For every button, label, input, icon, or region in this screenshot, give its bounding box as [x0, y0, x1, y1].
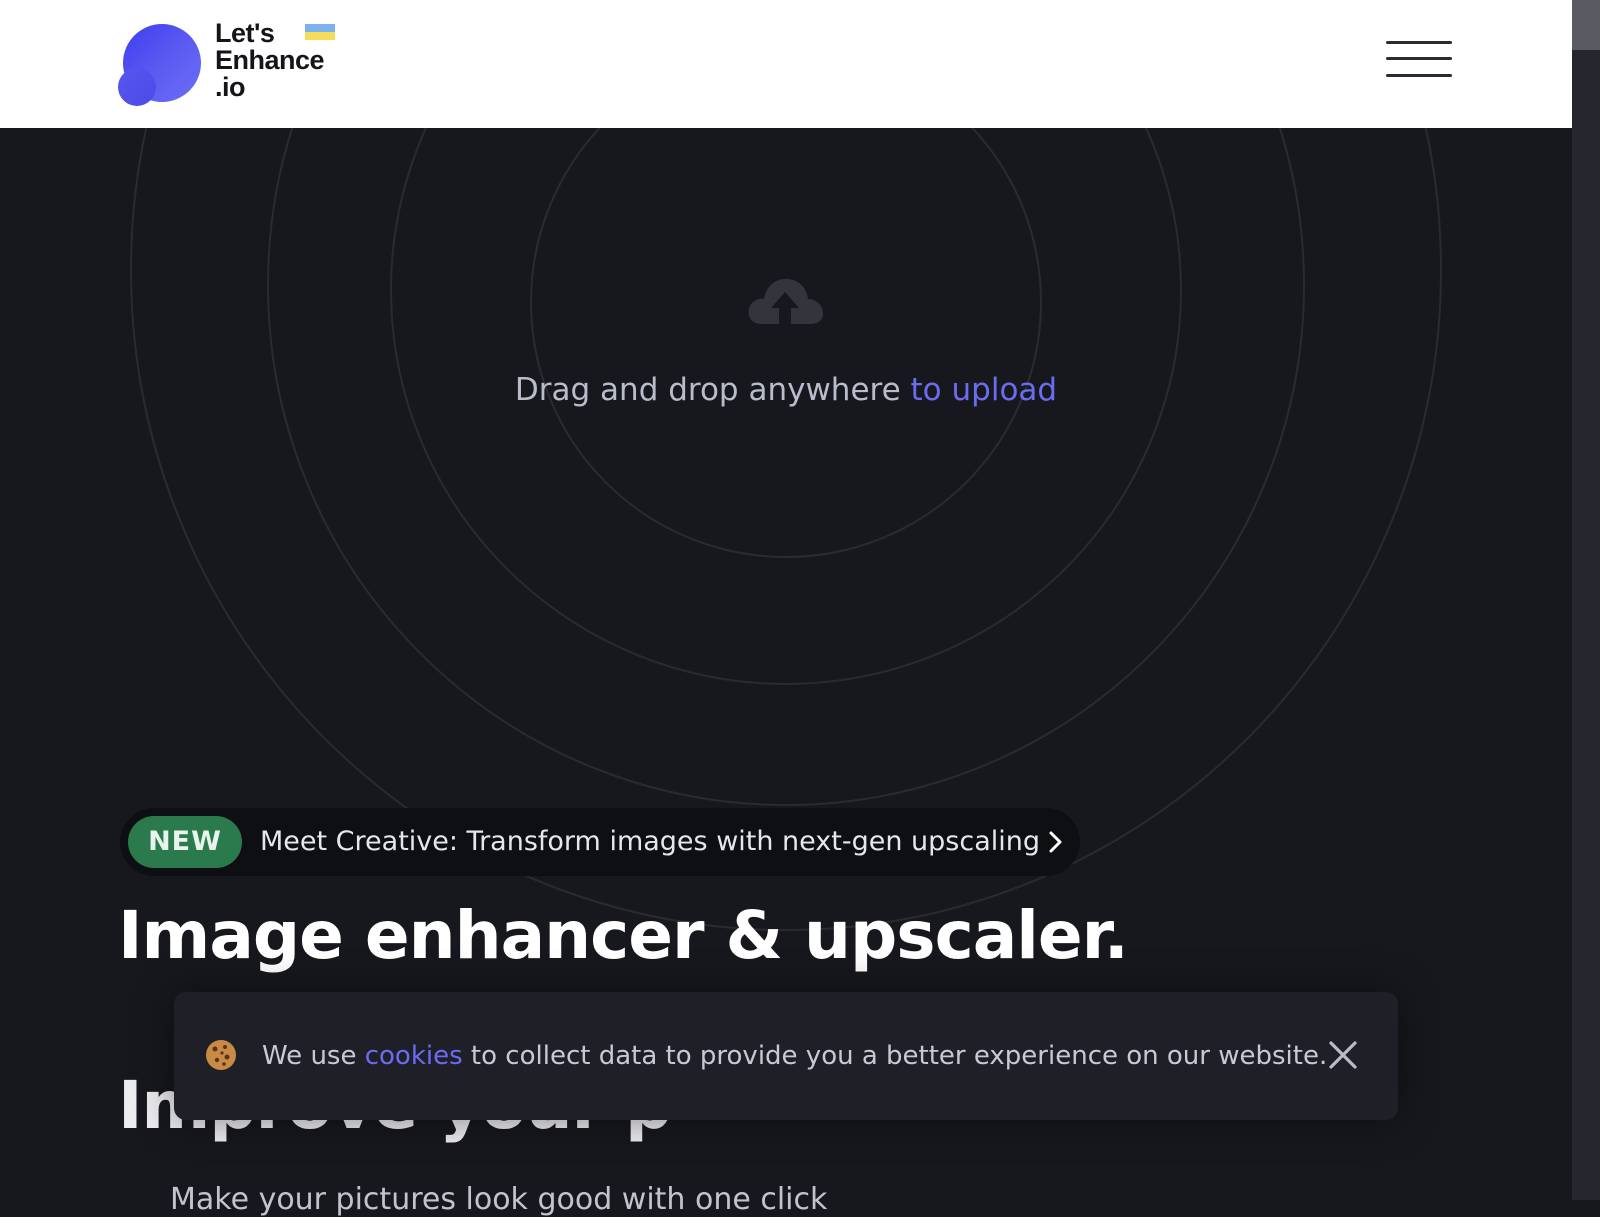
hamburger-icon[interactable] — [1386, 40, 1452, 80]
cookie-message: We use cookies to collect data to provid… — [262, 992, 1327, 1120]
page-title: Image enhancer & upscaler. — [118, 897, 1129, 974]
upload-link[interactable]: to upload — [911, 372, 1058, 408]
logo-line-3: .io — [215, 72, 246, 102]
cookie-banner: We use cookies to collect data to provid… — [174, 992, 1398, 1120]
ukraine-flag-icon — [305, 24, 335, 40]
upload-prompt[interactable]: Drag and drop anywhere to upload — [0, 372, 1572, 408]
announcement-pill[interactable]: NEW Meet Creative: Transform images with… — [120, 808, 1080, 876]
chevron-right-icon — [1049, 831, 1062, 853]
cookie-text-after: to collect data to provide you a better … — [462, 1041, 1328, 1071]
logo[interactable]: Let's Enhance .io — [118, 20, 348, 110]
cookie-icon — [206, 1040, 236, 1070]
upload-prompt-text: Drag and drop anywhere — [514, 372, 911, 408]
cloud-upload-icon[interactable] — [744, 270, 826, 330]
scrollbar-track[interactable] — [1572, 0, 1600, 1200]
cookies-link[interactable]: cookies — [365, 1041, 463, 1071]
site-header: Let's Enhance .io — [0, 0, 1572, 128]
cookie-text-before: We use — [262, 1041, 365, 1071]
close-icon[interactable] — [1326, 1038, 1360, 1072]
announcement-text: Meet Creative: Transform images with nex… — [260, 826, 1041, 857]
new-badge: NEW — [128, 816, 242, 868]
scrollbar-thumb[interactable] — [1572, 0, 1600, 50]
logo-mark-small — [118, 68, 156, 106]
logo-line-2: Enhance — [215, 45, 325, 75]
